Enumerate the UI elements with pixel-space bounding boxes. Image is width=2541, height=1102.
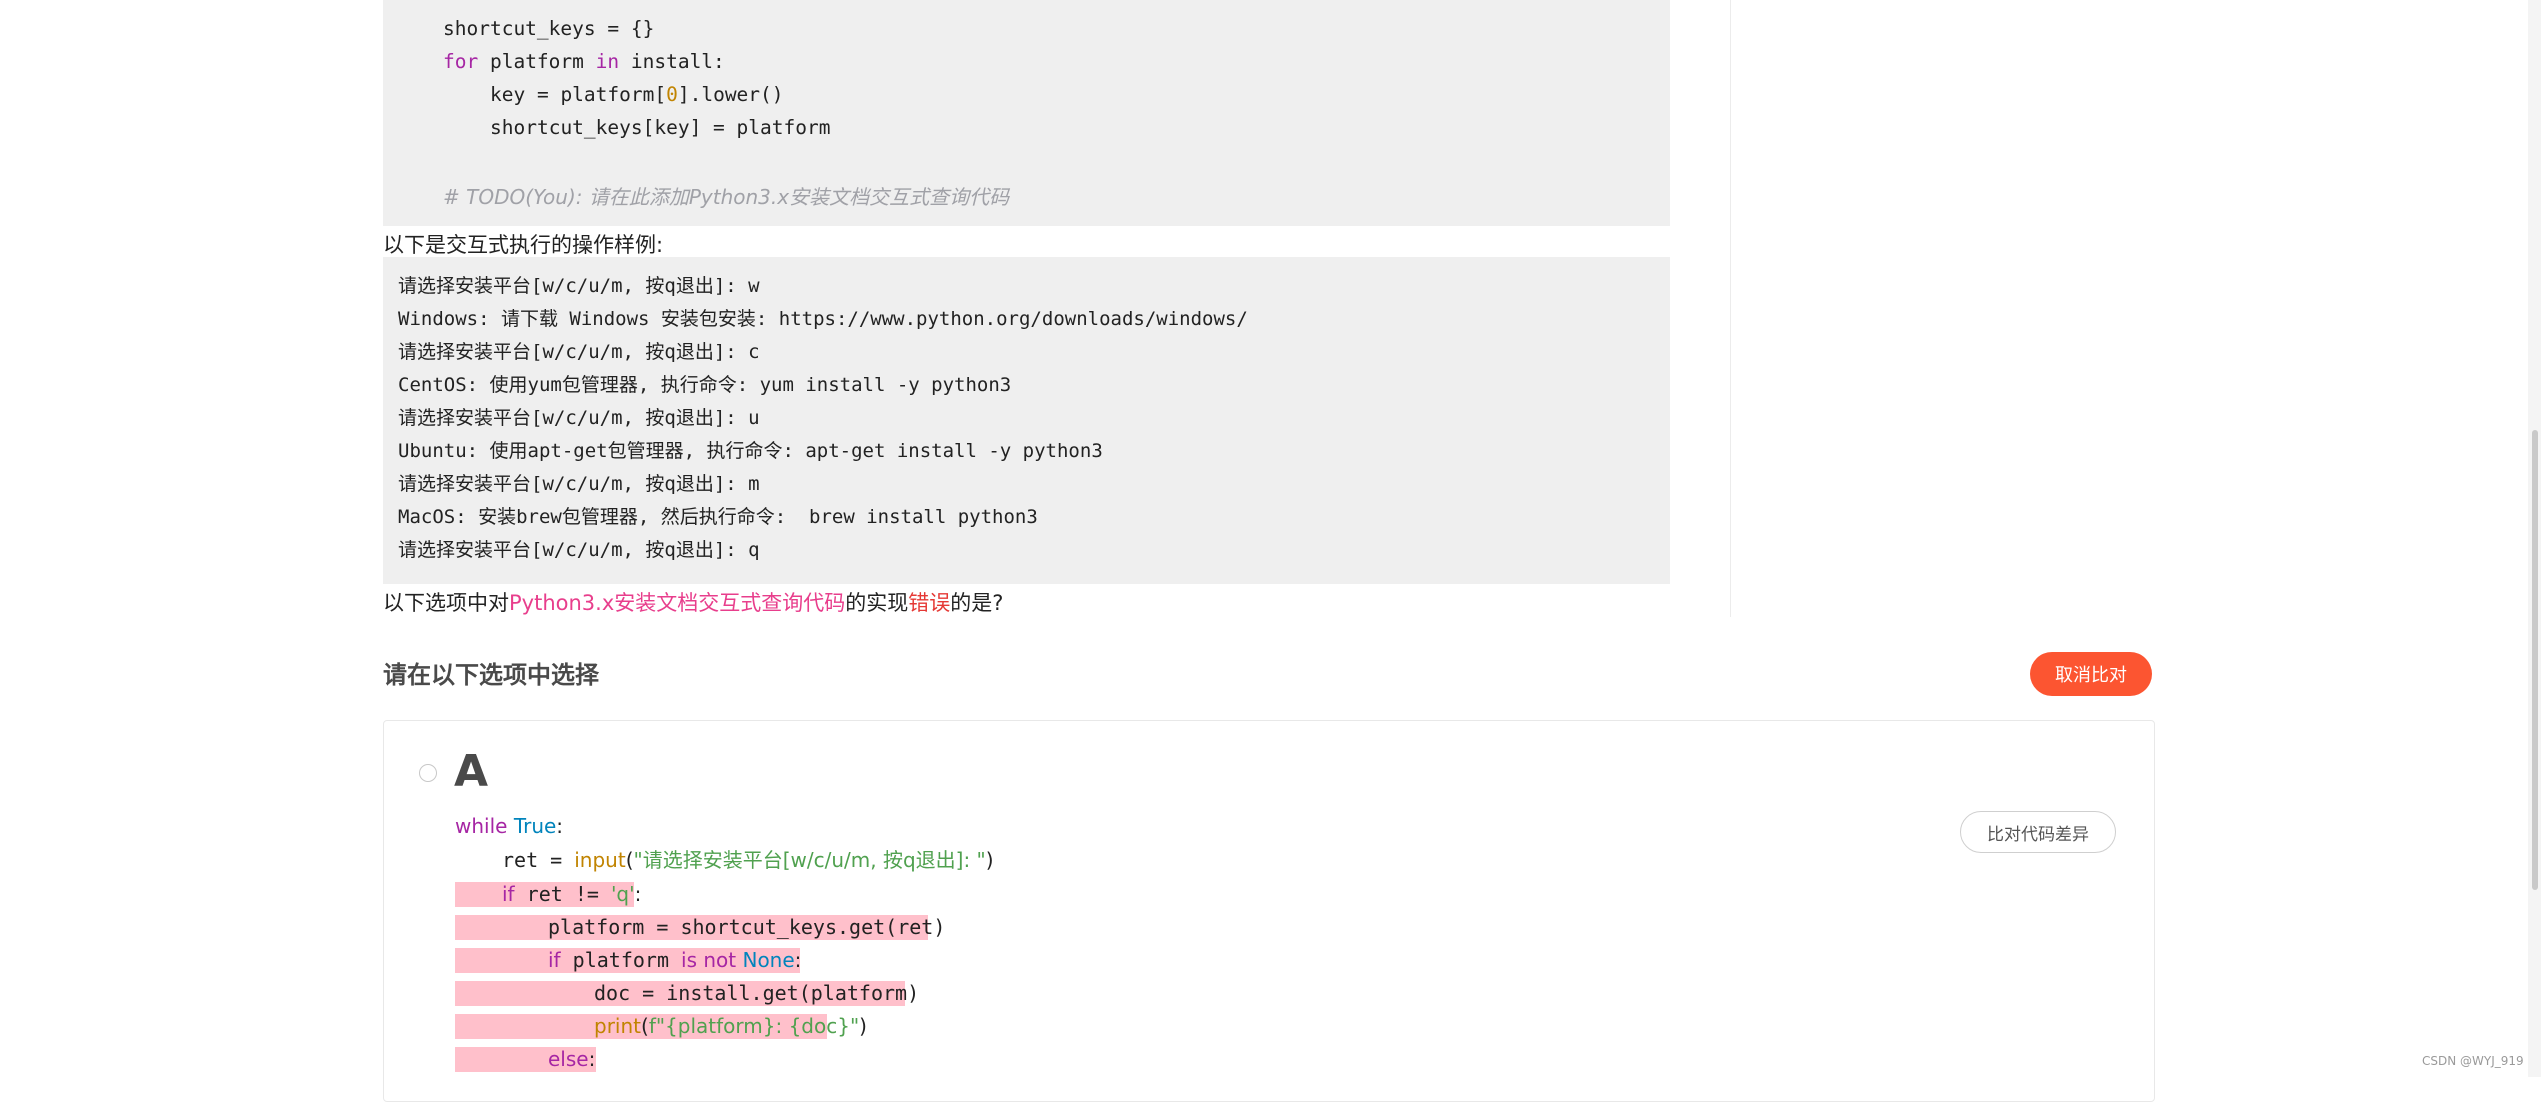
question-emphasis: 错误 [908,591,951,615]
option-card-a[interactable] [383,720,2155,1102]
builtin-fn: print [594,1014,641,1038]
keyword: if [548,948,561,972]
code-text: ].lower() [677,83,784,106]
code-text: ( [641,1014,649,1038]
example-line: MacOS: 安装brew包管理器, 然后执行命令: brew install … [398,506,1038,528]
code-text: : [588,1047,596,1071]
literal: None [742,948,795,972]
code-line: platform = shortcut_keys.get(ret) [548,915,946,939]
code-line: shortcut_keys = {} [443,17,655,40]
code-text: : [794,948,802,972]
example-line: CentOS: 使用yum包管理器, 执行命令: yum install -y … [398,374,1012,396]
literal: True [513,814,557,838]
example-line: 请选择安装平台[w/c/u/m, 按q退出]: w [398,275,760,297]
keyword: is not [681,948,737,972]
code-text: ( [625,848,634,872]
code-line: if ret != 'q': [502,884,641,904]
string-literal: 'q' [610,882,635,906]
option-letter: A [454,746,489,797]
cancel-compare-button[interactable]: 取消比对 [2030,652,2152,696]
code-line: while True: [455,816,563,836]
code-text: ret != [514,882,611,906]
section-title: 请在以下选项中选择 [383,661,599,689]
string-literal: f"{platform}: {doc}" [648,1014,860,1038]
keyword: while [455,814,508,838]
question-topic: Python3.x安装文档交互式查询代码 [509,591,846,615]
question-text: 以下选项中对Python3.x安装文档交互式查询代码的实现错误的是? [383,587,1003,617]
code-line: doc = install.get(platform) [594,981,920,1005]
code-text: platform [478,50,596,73]
question-prefix: 以下选项中对 [383,591,509,615]
code-text: key = platform[ [490,83,667,106]
code-text: ) [985,848,994,872]
content-divider [1730,0,1731,617]
keyword: for [443,50,479,73]
example-code-block: 请选择安装平台[w/c/u/m, 按q退出]: w Windows: 请下载 W… [383,257,1670,584]
code-text: install: [619,50,725,73]
question-middle: 的实现 [845,591,909,615]
question-suffix: 的是? [950,591,1004,615]
code-line: print(f"{platform}: {doc}") [594,1016,867,1036]
option-a-radio[interactable] [419,764,437,782]
code-text: ret = [502,848,575,872]
code-text: platform [560,948,682,972]
example-line: Windows: 请下载 Windows 安装包安装: https://www.… [398,308,1248,330]
code-text: : [556,814,564,838]
code-line: for platform in install: [443,50,725,73]
builtin-fn: input [574,848,626,872]
example-line: 请选择安装平台[w/c/u/m, 按q退出]: u [398,407,760,429]
watermark: CSDN @WYJ_919 [2422,1054,2524,1068]
example-line: Ubuntu: 使用apt-get包管理器, 执行命令: apt-get ins… [398,440,1103,462]
code-line: else: [548,1049,595,1069]
code-line: key = platform[0].lower() [490,83,784,106]
example-intro-text: 以下是交互式执行的操作样例: [383,233,664,257]
keyword: in [595,50,620,73]
code-line: if platform is not None: [548,950,801,970]
compare-diff-button[interactable]: 比对代码差异 [1960,811,2116,853]
code-line: shortcut_keys[key] = platform [490,116,831,139]
keyword: if [502,882,515,906]
example-line: 请选择安装平台[w/c/u/m, 按q退出]: c [398,341,760,363]
example-line: 请选择安装平台[w/c/u/m, 按q退出]: q [398,539,760,561]
code-text: : [634,882,642,906]
code-line: ret = input("请选择安装平台[w/c/u/m, 按q退出]: ") [502,850,994,870]
scrollbar-thumb[interactable] [2532,430,2538,890]
string-literal: "请选择安装平台[w/c/u/m, 按q退出]: " [633,848,986,872]
code-comment: # TODO(You): 请在此添加Python3.x安装文档交互式查询代码 [443,185,1010,209]
example-line: 请选择安装平台[w/c/u/m, 按q退出]: m [398,473,760,495]
code-text: ) [859,1014,867,1038]
number-literal: 0 [666,83,678,106]
keyword: else [548,1047,589,1071]
